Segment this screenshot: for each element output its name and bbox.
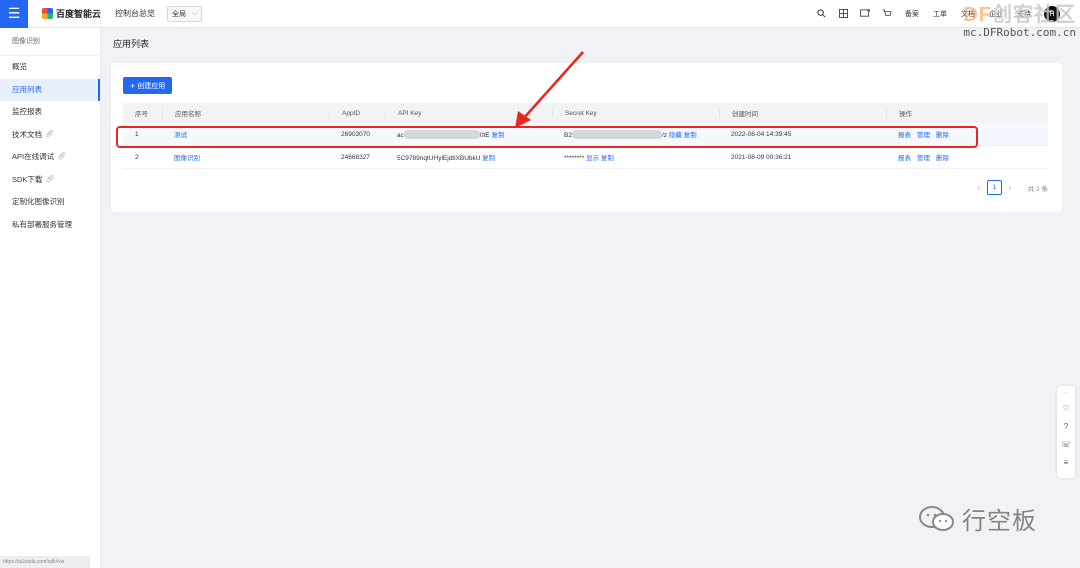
wechat-icon (919, 505, 954, 531)
dfrobot-watermark: DF创客社区 mc.DFRobot.com.cn (963, 4, 1076, 40)
drag-handle-icon[interactable]: ···· (1062, 386, 1070, 400)
feedback-icon[interactable]: ≡ (1064, 454, 1069, 472)
favorite-icon[interactable]: ♡ (1062, 400, 1069, 418)
annotation-arrow-icon (515, 51, 584, 128)
dfrobot-df-mark: DF (963, 4, 992, 26)
dfrobot-community-text: 创客社区 (992, 4, 1076, 26)
dfrobot-url: mc.DFRobot.com.cn (963, 26, 1076, 39)
floating-toolbar: ···· ♡ ? ☏ ≡ (1057, 386, 1075, 478)
wechat-watermark: 行空板 (918, 501, 1037, 536)
phone-icon[interactable]: ☏ (1061, 436, 1071, 454)
help-icon[interactable]: ? (1064, 418, 1068, 436)
wechat-account-name: 行空板 (962, 508, 1037, 535)
